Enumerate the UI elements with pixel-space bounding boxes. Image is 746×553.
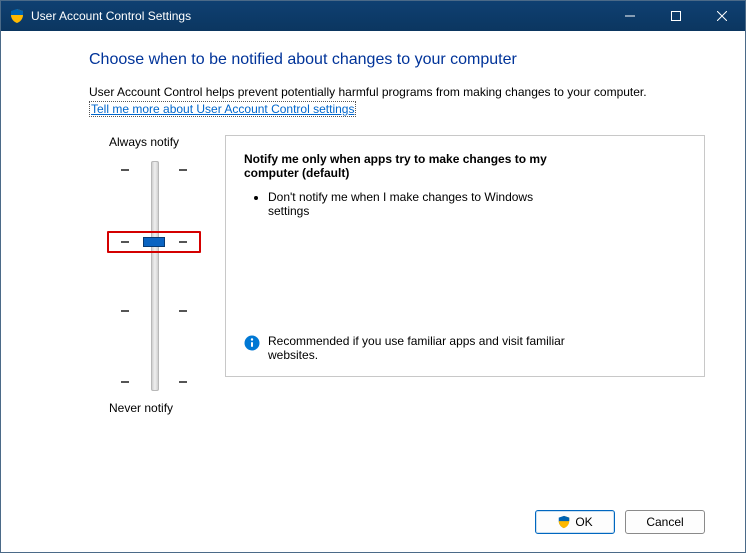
uac-shield-icon — [9, 8, 25, 24]
info-icon — [244, 335, 260, 351]
cancel-button-label: Cancel — [646, 515, 683, 529]
uac-shield-icon — [557, 515, 571, 529]
content-row: Always notify Never notify Notify me onl… — [89, 135, 705, 415]
notification-level-slider[interactable] — [89, 161, 219, 391]
slider-label-bottom: Never notify — [89, 401, 219, 415]
level-bullets: Don't notify me when I make changes to W… — [248, 190, 686, 224]
minimize-button[interactable] — [607, 1, 653, 31]
level-title: Notify me only when apps try to make cha… — [244, 152, 564, 180]
level-bullet: Don't notify me when I make changes to W… — [268, 190, 568, 218]
ok-button-label: OK — [575, 515, 592, 529]
slider-label-top: Always notify — [89, 135, 219, 149]
recommendation-row: Recommended if you use familiar apps and… — [244, 334, 686, 362]
body: Choose when to be notified about changes… — [1, 31, 745, 552]
maximize-button[interactable] — [653, 1, 699, 31]
slider-column: Always notify Never notify — [89, 135, 219, 415]
cancel-button[interactable]: Cancel — [625, 510, 705, 534]
uac-settings-window: User Account Control Settings Choose whe… — [0, 0, 746, 553]
footer-buttons: OK Cancel — [535, 510, 705, 534]
window-title: User Account Control Settings — [31, 9, 191, 23]
slider-track — [151, 161, 159, 391]
titlebar: User Account Control Settings — [1, 1, 745, 31]
level-description-panel: Notify me only when apps try to make cha… — [225, 135, 705, 377]
slider-thumb[interactable] — [143, 237, 165, 247]
page-heading: Choose when to be notified about changes… — [89, 51, 705, 69]
close-button[interactable] — [699, 1, 745, 31]
intro-text: User Account Control helps prevent poten… — [89, 85, 705, 99]
recommendation-text: Recommended if you use familiar apps and… — [268, 334, 568, 362]
ok-button[interactable]: OK — [535, 510, 615, 534]
help-link[interactable]: Tell me more about User Account Control … — [91, 102, 354, 116]
